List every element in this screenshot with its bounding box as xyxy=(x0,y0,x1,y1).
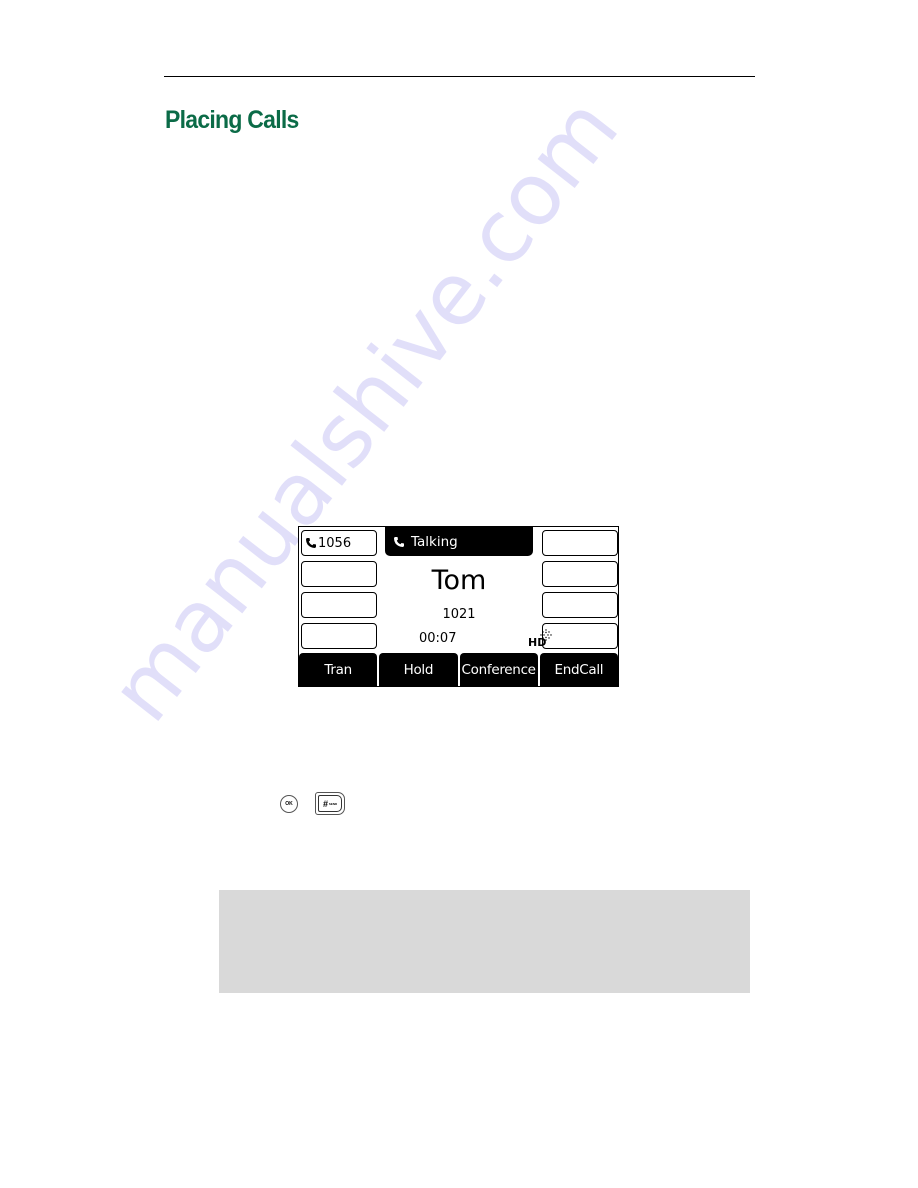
softkey-conference[interactable]: Conference xyxy=(459,653,538,686)
header-rule xyxy=(164,76,755,77)
line-key-left-4[interactable] xyxy=(301,623,377,649)
line-key-right-3[interactable] xyxy=(542,592,618,618)
call-duration: 00:07 xyxy=(419,631,457,646)
call-status-bar: Talking xyxy=(385,527,533,556)
ok-key-label: OK xyxy=(285,801,293,807)
hd-dots-icon xyxy=(540,629,552,641)
line-key-label: 1056 xyxy=(318,535,352,551)
line-key-left-2[interactable] xyxy=(301,561,377,587)
softkey-hold[interactable]: Hold xyxy=(379,653,458,686)
line-key-left-1[interactable]: 1056 xyxy=(301,530,377,556)
handset-icon xyxy=(394,536,404,547)
ok-key-icon: OK xyxy=(280,795,298,813)
hash-key-sublabel: SEND xyxy=(328,801,338,806)
note-box xyxy=(219,890,750,993)
caller-name: Tom xyxy=(431,565,487,596)
caller-number: 1021 xyxy=(442,607,476,622)
line-key-left-3[interactable] xyxy=(301,592,377,618)
softkey-bar: Tran Hold Conference EndCall xyxy=(299,653,618,686)
handset-icon xyxy=(306,538,316,548)
hash-key-label: # xyxy=(322,798,328,809)
page-title: Placing Calls xyxy=(165,106,299,134)
phone-screen: 1056 Talking Tom 1021 00:07 HD Tran Hold… xyxy=(298,526,619,687)
softkey-tran[interactable]: Tran xyxy=(299,653,378,686)
hd-audio-icon: HD xyxy=(528,629,554,649)
line-key-right-2[interactable] xyxy=(542,561,618,587)
call-status-label: Talking xyxy=(411,533,458,550)
hash-send-key-icon: # SEND xyxy=(315,792,345,815)
line-key-right-1[interactable] xyxy=(542,530,618,556)
softkey-endcall[interactable]: EndCall xyxy=(539,653,618,686)
